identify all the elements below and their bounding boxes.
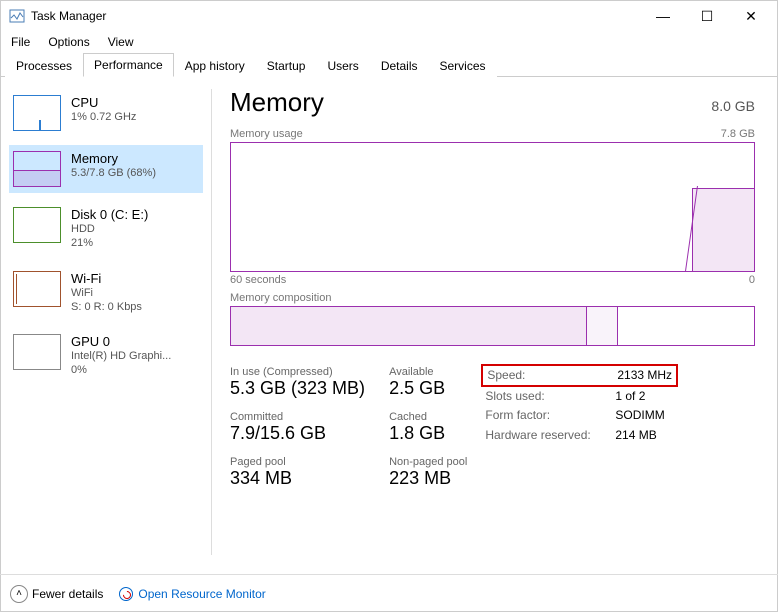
wifi-rate: S: 0 R: 0 Kbps xyxy=(71,300,142,314)
speed-value: 2133 MHz xyxy=(617,366,672,385)
tab-app-history[interactable]: App history xyxy=(174,54,256,77)
axis-right: 0 xyxy=(749,274,755,286)
cpu-sub: 1% 0.72 GHz xyxy=(71,110,136,124)
menubar: File Options View xyxy=(1,31,777,53)
cached-label: Cached xyxy=(389,411,467,423)
memory-capacity: 8.0 GB xyxy=(711,98,755,114)
slots-key: Slots used: xyxy=(485,387,615,406)
tab-details[interactable]: Details xyxy=(370,54,429,77)
usage-graph-max: 7.8 GB xyxy=(721,128,755,140)
committed-value: 7.9/15.6 GB xyxy=(230,423,365,444)
memory-name: Memory xyxy=(71,151,156,166)
paged-value: 334 MB xyxy=(230,468,365,489)
committed-label: Committed xyxy=(230,411,365,423)
sidebar-item-disk[interactable]: Disk 0 (C: E:) HDD 21% xyxy=(9,201,203,257)
open-resource-monitor-link[interactable]: Open Resource Monitor xyxy=(119,587,265,601)
composition-label: Memory composition xyxy=(230,292,755,304)
available-label: Available xyxy=(389,366,467,378)
hardware-info: Speed: 2133 MHz Slots used: 1 of 2 Form … xyxy=(485,366,674,489)
memory-composition-bar xyxy=(230,306,755,346)
usage-graph-label: Memory usage xyxy=(230,128,303,140)
disk-type: HDD xyxy=(71,222,148,236)
sidebar: CPU 1% 0.72 GHz Memory 5.3/7.8 GB (68%) … xyxy=(1,77,211,567)
speed-key: Speed: xyxy=(487,366,617,385)
gpu-type: Intel(R) HD Graphi... xyxy=(71,349,171,363)
wifi-thumb-icon xyxy=(13,271,61,307)
chevron-up-icon: ˄ xyxy=(10,585,28,603)
nonpaged-value: 223 MB xyxy=(389,468,467,489)
titlebar: Task Manager — ☐ ✕ xyxy=(1,1,777,31)
memory-stats: In use (Compressed) 5.3 GB (323 MB) Avai… xyxy=(230,366,467,489)
cached-value: 1.8 GB xyxy=(389,423,467,444)
sidebar-item-memory[interactable]: Memory 5.3/7.8 GB (68%) xyxy=(9,145,203,193)
fewer-details-button[interactable]: ˄ Fewer details xyxy=(10,585,103,603)
wifi-type: WiFi xyxy=(71,286,142,300)
gpu-pct: 0% xyxy=(71,363,171,377)
inuse-value: 5.3 GB (323 MB) xyxy=(230,378,365,399)
sidebar-item-wifi[interactable]: Wi-Fi WiFi S: 0 R: 0 Kbps xyxy=(9,265,203,321)
nonpaged-label: Non-paged pool xyxy=(389,456,467,468)
sidebar-item-cpu[interactable]: CPU 1% 0.72 GHz xyxy=(9,89,203,137)
disk-thumb-icon xyxy=(13,207,61,243)
form-value: SODIMM xyxy=(615,406,664,425)
minimize-button[interactable]: — xyxy=(645,8,681,25)
disk-pct: 21% xyxy=(71,236,148,250)
cpu-name: CPU xyxy=(71,95,136,110)
task-manager-icon xyxy=(9,8,25,24)
page-title: Memory xyxy=(230,87,324,118)
reserved-value: 214 MB xyxy=(615,426,656,445)
disk-name: Disk 0 (C: E:) xyxy=(71,207,148,222)
tab-startup[interactable]: Startup xyxy=(256,54,317,77)
menu-view[interactable]: View xyxy=(108,35,134,49)
inuse-label: In use (Compressed) xyxy=(230,366,365,378)
main-panel: Memory 8.0 GB Memory usage 7.8 GB 60 sec… xyxy=(212,77,777,567)
tab-performance[interactable]: Performance xyxy=(83,53,174,77)
memory-thumb-icon xyxy=(13,151,61,187)
memory-sub: 5.3/7.8 GB (68%) xyxy=(71,166,156,180)
tab-services[interactable]: Services xyxy=(429,54,497,77)
memory-usage-graph xyxy=(230,142,755,272)
slots-value: 1 of 2 xyxy=(615,387,645,406)
menu-options[interactable]: Options xyxy=(48,35,89,49)
wifi-name: Wi-Fi xyxy=(71,271,142,286)
paged-label: Paged pool xyxy=(230,456,365,468)
close-button[interactable]: ✕ xyxy=(733,8,769,25)
tab-users[interactable]: Users xyxy=(316,54,369,77)
axis-left: 60 seconds xyxy=(230,274,286,286)
resource-monitor-icon xyxy=(119,587,133,601)
available-value: 2.5 GB xyxy=(389,378,467,399)
gpu-thumb-icon xyxy=(13,334,61,370)
form-key: Form factor: xyxy=(485,406,615,425)
tab-processes[interactable]: Processes xyxy=(5,54,83,77)
gpu-name: GPU 0 xyxy=(71,334,171,349)
sidebar-item-gpu[interactable]: GPU 0 Intel(R) HD Graphi... 0% xyxy=(9,328,203,384)
cpu-thumb-icon xyxy=(13,95,61,131)
footer: ˄ Fewer details Open Resource Monitor xyxy=(0,574,778,612)
reserved-key: Hardware reserved: xyxy=(485,426,615,445)
maximize-button[interactable]: ☐ xyxy=(689,8,725,25)
speed-row-highlight: Speed: 2133 MHz xyxy=(481,364,678,387)
menu-file[interactable]: File xyxy=(11,35,30,49)
tabs: Processes Performance App history Startu… xyxy=(1,53,777,77)
window-title: Task Manager xyxy=(31,9,106,23)
